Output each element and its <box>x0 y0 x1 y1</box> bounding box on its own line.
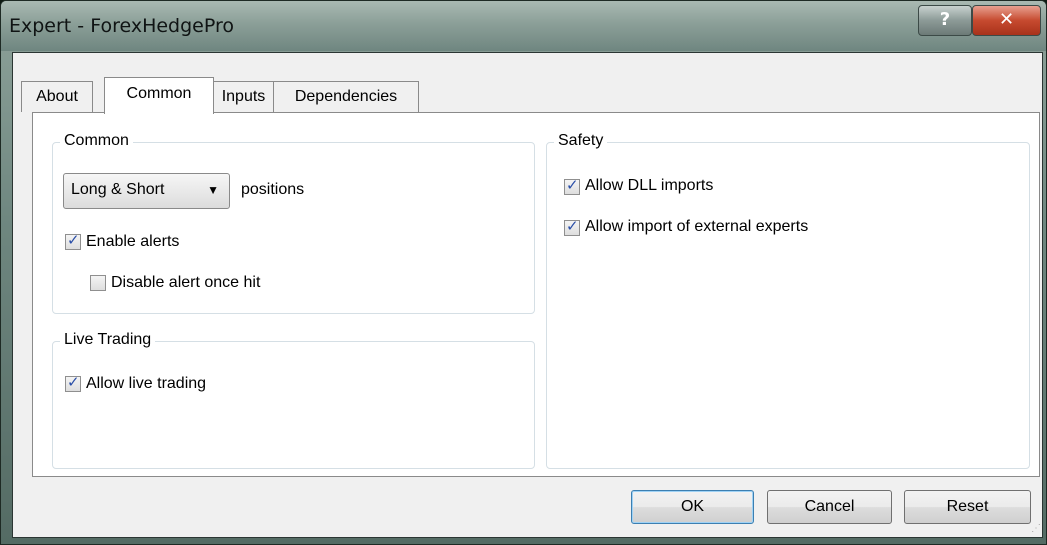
enable-alerts-checkbox[interactable] <box>65 231 81 250</box>
resize-grip-icon[interactable]: ⋰ <box>1031 523 1042 542</box>
allow-live-trading-checkbox[interactable] <box>65 373 81 392</box>
tab-about[interactable]: About <box>21 81 93 112</box>
reset-button[interactable]: Reset <box>904 490 1031 524</box>
safety-group-label: Safety <box>554 132 608 150</box>
ok-button[interactable]: OK <box>631 490 754 524</box>
live-trading-group: Live Trading <box>52 331 535 469</box>
positions-select-value: Long & Short <box>71 181 165 198</box>
title-bar[interactable]: Expert - ForexHedgePro ? ✕ <box>1 1 1046 51</box>
tab-dependencies[interactable]: Dependencies <box>273 81 419 112</box>
live-trading-group-label: Live Trading <box>60 331 156 349</box>
expert-dialog-window: Expert - ForexHedgePro ? ✕ About Common … <box>0 0 1047 545</box>
window-title: Expert - ForexHedgePro <box>9 15 234 37</box>
common-group-label: Common <box>60 132 133 150</box>
chevron-down-icon: ▼ <box>207 183 219 197</box>
positions-select[interactable]: Long & Short ▼ <box>63 173 230 209</box>
allow-import-external-checkbox[interactable] <box>564 217 580 236</box>
disable-alert-once-hit-label[interactable]: Disable alert once hit <box>111 274 260 292</box>
allow-import-external-label[interactable]: Allow import of external experts <box>585 218 808 236</box>
cancel-button[interactable]: Cancel <box>767 490 892 524</box>
tab-common[interactable]: Common <box>104 77 214 114</box>
allow-dll-imports-checkbox[interactable] <box>564 176 580 195</box>
enable-alerts-label[interactable]: Enable alerts <box>86 233 179 251</box>
close-icon: ✕ <box>998 9 1015 30</box>
positions-label: positions <box>241 181 305 198</box>
allow-dll-imports-label[interactable]: Allow DLL imports <box>585 177 713 195</box>
close-button[interactable]: ✕ <box>972 5 1041 36</box>
help-icon: ? <box>939 9 951 30</box>
allow-live-trading-label[interactable]: Allow live trading <box>86 375 206 393</box>
disable-alert-once-hit-checkbox[interactable] <box>90 275 106 291</box>
help-button[interactable]: ? <box>918 5 972 36</box>
